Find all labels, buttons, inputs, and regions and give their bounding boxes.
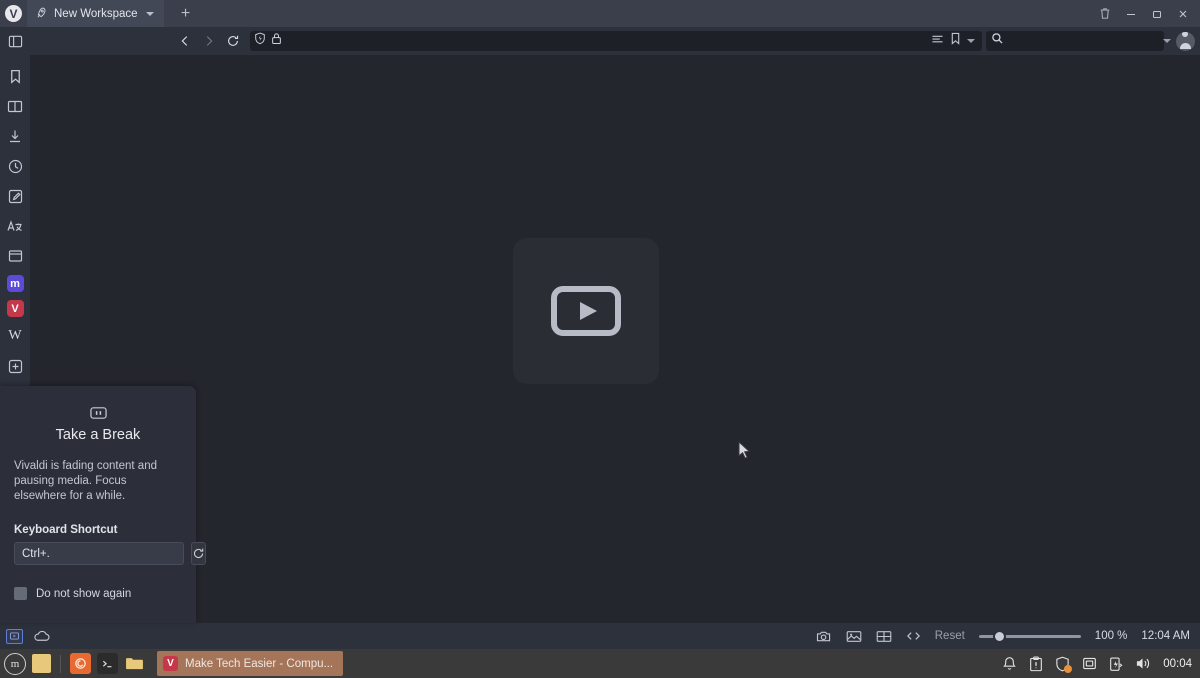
search-icon [991, 32, 1004, 50]
address-bar-icons [254, 32, 282, 50]
camera-icon[interactable] [816, 630, 832, 643]
mouse-cursor [738, 441, 751, 459]
shield-icon[interactable] [254, 32, 266, 50]
vivaldi-icon: V [163, 656, 178, 671]
status-bar-clock: 12:04 AM [1141, 630, 1190, 642]
tab-strip: + [164, 0, 1092, 27]
address-input[interactable] [282, 35, 931, 47]
sidebar-item-bookmarks[interactable] [3, 65, 27, 87]
padlock-icon[interactable] [271, 32, 282, 50]
do-not-show-again-label: Do not show again [36, 587, 132, 600]
video-play-icon [551, 286, 621, 336]
video-placeholder[interactable] [513, 238, 659, 384]
taskbar-window-button[interactable]: V Make Tech Easier - Compu... [157, 651, 344, 676]
panel-description: Vivaldi is fading content and pausing me… [14, 460, 157, 502]
reset-icon[interactable] [191, 542, 206, 565]
cloud-icon[interactable] [33, 630, 50, 642]
sidebar-item-downloads[interactable] [3, 125, 27, 147]
nav-buttons [174, 30, 244, 52]
minimize-icon[interactable] [1118, 0, 1144, 27]
take-a-break-panel: Take a Break Vivaldi is fading content a… [0, 386, 206, 623]
zoom-reset-button[interactable]: Reset [935, 630, 965, 642]
workspace-tab[interactable]: New Workspace [27, 0, 164, 27]
linux-mint-menu-icon[interactable]: m [4, 652, 26, 675]
new-tab-button[interactable]: + [164, 0, 208, 27]
system-tray: 00:04 [1002, 655, 1200, 673]
battery-bolt-icon[interactable] [1109, 656, 1123, 672]
maximize-icon[interactable] [1144, 0, 1170, 27]
shield-alert-badge [1064, 664, 1073, 673]
panel-title: Take a Break [55, 427, 141, 443]
address-bar-actions [931, 32, 978, 50]
page-content [30, 55, 1200, 623]
vivaldi-menu-button[interactable]: V [0, 0, 27, 27]
tiling-icon[interactable] [876, 630, 892, 643]
code-icon[interactable] [906, 630, 921, 642]
rocket-icon [34, 4, 50, 22]
search-input[interactable] [1004, 35, 1163, 47]
speaker-icon[interactable] [1135, 656, 1151, 671]
navigation-bar [0, 27, 1200, 55]
show-desktop-button[interactable] [32, 654, 51, 673]
forward-button[interactable] [198, 30, 220, 52]
sidebar-item-reading-list[interactable] [3, 95, 27, 117]
chevron-down-icon[interactable] [967, 39, 975, 43]
bell-icon[interactable] [1002, 656, 1017, 672]
taskbar-divider [60, 654, 61, 673]
vivaldi-logo-icon: V [5, 5, 22, 22]
window-controls [1092, 0, 1200, 27]
tray-clock: 00:04 [1163, 657, 1192, 670]
taskbar: m V Make Tech Easier - Compu... 00:04 [0, 649, 1200, 678]
mint-menu-glyph: m [10, 657, 20, 670]
sidebar-item-window[interactable] [3, 245, 27, 267]
shortcut-label: Keyboard Shortcut [14, 524, 118, 536]
status-bar: Reset 100 % 12:04 AM [0, 623, 1200, 649]
sidebar-item-translate[interactable] [3, 215, 27, 237]
reader-mode-icon[interactable] [931, 32, 944, 50]
wikipedia-icon-label: W [8, 328, 22, 343]
terminal-icon[interactable] [97, 653, 118, 674]
trash-icon[interactable] [1092, 0, 1118, 27]
reload-button[interactable] [222, 30, 244, 52]
network-icon[interactable] [1082, 656, 1097, 671]
firefox-icon[interactable] [70, 653, 91, 674]
sidebar-item-history[interactable] [3, 155, 27, 177]
taskbar-window-title: Make Tech Easier - Compu... [185, 657, 334, 670]
back-button[interactable] [174, 30, 196, 52]
search-bar[interactable] [986, 31, 1171, 51]
shortcut-input[interactable] [14, 542, 184, 565]
zoom-slider[interactable] [978, 629, 1081, 643]
sidebar-item-vivaldi-web[interactable]: V [6, 300, 24, 317]
workspace-label: New Workspace [54, 7, 138, 20]
sidebar-item-mastodon[interactable]: m [6, 275, 24, 292]
shortcut-row [14, 542, 206, 565]
title-bar: V New Workspace + [0, 0, 1200, 27]
close-icon[interactable] [1170, 0, 1196, 27]
video-popout-icon[interactable] [6, 628, 23, 644]
mastodon-icon-label: m [10, 277, 20, 290]
folder-icon[interactable] [124, 653, 145, 674]
shield-icon[interactable] [1055, 656, 1073, 673]
address-bar[interactable] [250, 31, 982, 51]
sidebar-panel-icon[interactable] [0, 27, 30, 55]
do-not-show-again-checkbox[interactable] [14, 587, 27, 600]
vivaldi-icon-label: V [11, 302, 19, 315]
sidebar-item-add-panel[interactable] [3, 355, 27, 377]
taskbar-left: m V Make Tech Easier - Compu... [0, 651, 344, 676]
do-not-show-again-row[interactable]: Do not show again [14, 587, 182, 600]
avatar [1175, 31, 1195, 51]
sidebar-item-wikipedia[interactable]: W [3, 325, 27, 347]
bookmark-icon[interactable] [950, 32, 961, 50]
browser-window: V New Workspace + m V W Take a Break Viv… [0, 0, 1200, 678]
zoom-percent-label: 100 % [1094, 630, 1128, 642]
zoom-slider-thumb[interactable] [992, 629, 1006, 643]
chevron-down-icon[interactable] [145, 11, 154, 16]
pause-icon [14, 406, 182, 420]
sidebar-item-notes[interactable] [3, 185, 27, 207]
status-bar-left [0, 628, 50, 644]
image-icon[interactable] [846, 630, 862, 643]
status-bar-right: Reset 100 % 12:04 AM [816, 629, 1200, 643]
profile-button[interactable] [1170, 27, 1200, 55]
clipboard-alert-icon[interactable] [1029, 655, 1043, 672]
